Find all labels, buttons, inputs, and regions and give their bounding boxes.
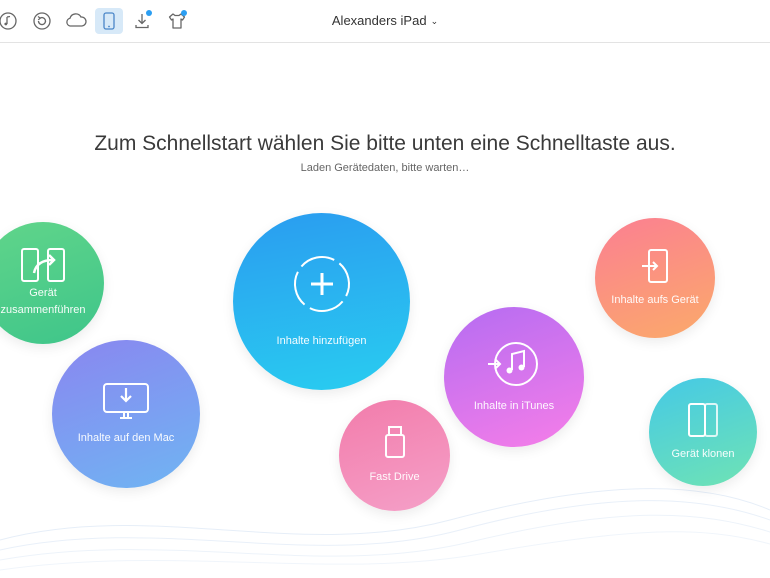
content-to-mac-button[interactable]: Inhalte auf den Mac: [52, 340, 200, 488]
add-content-button[interactable]: Inhalte hinzufügen: [233, 213, 410, 390]
itunes-label: Inhalte in iTunes: [473, 399, 555, 412]
add-label: Inhalte hinzufügen: [276, 335, 367, 347]
drive-label: Fast Drive: [369, 471, 420, 483]
merge-label-2: zusammenführen: [0, 304, 86, 316]
itunes-icon: [488, 341, 538, 386]
page-title: Zum Schnellstart wählen Sie bitte unten …: [94, 132, 676, 156]
clone-label: Gerät klonen: [671, 447, 735, 460]
content-to-device-button[interactable]: Inhalte aufs Gerät: [595, 218, 715, 338]
chevron-down-icon: ⌄: [430, 16, 439, 26]
clone-icon: [688, 402, 718, 437]
merge-label-1: Gerät: [29, 287, 57, 299]
merge-device-button[interactable]: Gerät zusammenführen: [0, 222, 104, 344]
device-selector[interactable]: Alexanders iPad ⌄: [0, 13, 770, 28]
to-device-icon: [642, 248, 668, 283]
loading-status: Laden Gerätedaten, bitte warten…: [300, 162, 470, 174]
mac-label: Inhalte auf den Mac: [77, 431, 175, 444]
usb-drive-icon: [384, 426, 405, 458]
content-to-itunes-button[interactable]: Inhalte in iTunes: [444, 307, 584, 447]
monitor-download-icon: [103, 382, 149, 419]
merge-icon: [21, 248, 65, 282]
add-icon: [293, 256, 350, 312]
fast-drive-button[interactable]: Fast Drive: [339, 400, 450, 511]
device-name: Alexanders iPad: [331, 13, 427, 28]
toolbar: Alexanders iPad ⌄: [0, 0, 770, 43]
device-label: Inhalte aufs Gerät: [611, 293, 699, 306]
clone-device-button[interactable]: Gerät klonen: [649, 378, 757, 486]
